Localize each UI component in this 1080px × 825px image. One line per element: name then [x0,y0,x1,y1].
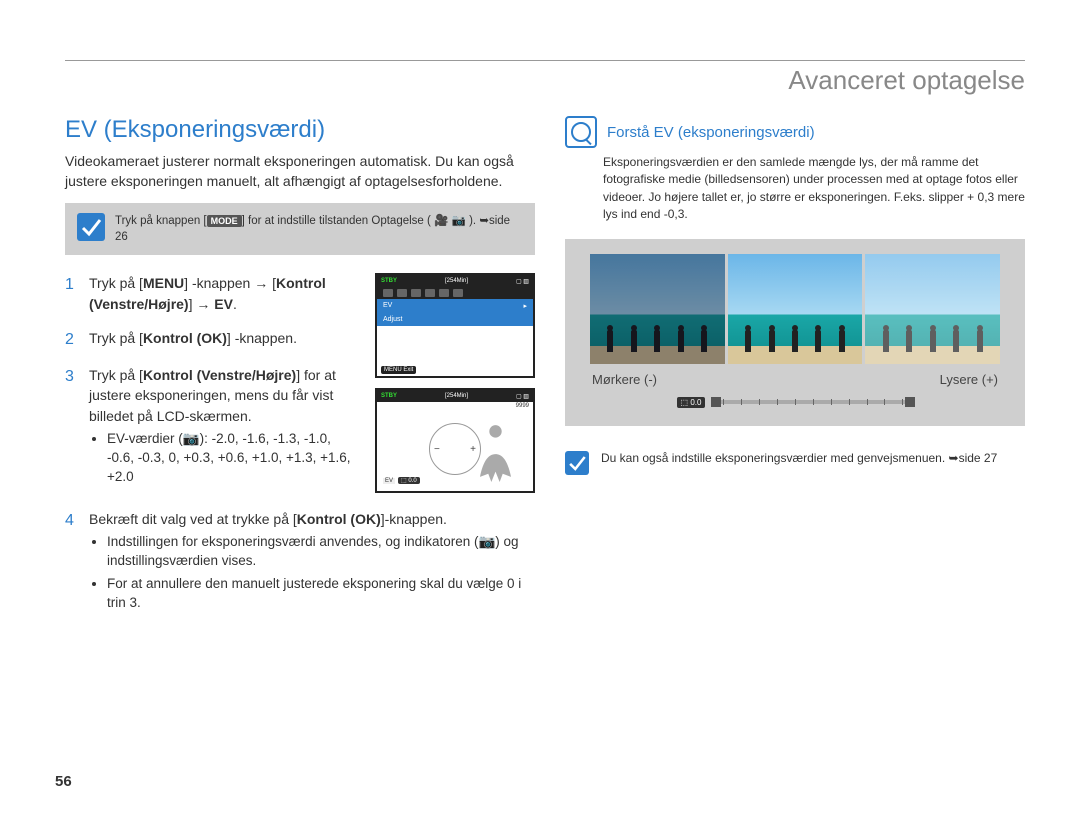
step-body: Tryk på [Kontrol (Venstre/Højre)] for at… [89,365,360,491]
example-normal [728,254,863,364]
step-num: 4 [65,509,79,617]
step-body: Bekræft dit valg ved at trykke på [Kontr… [89,509,535,617]
tip-header: Forstå EV (eksponeringsværdi) [565,116,1025,148]
bullet: Indstillingen for eksponeringsværdi anve… [107,533,535,571]
lcd-screenshot-1: STBY [254Min] ▢ ▥ EV▸ Adjust [375,273,535,378]
step-3: 3 Tryk på [Kontrol (Venstre/Højre)] for … [65,365,360,491]
step-body: Tryk på [MENU] -knappen → [Kontrol (Vens… [89,273,360,314]
ev-slider-badge: ⬚ 0.0 [677,397,706,408]
steps-list: 1 Tryk på [MENU] -knappen → [Kontrol (Ve… [65,273,360,504]
ev-slider: ⬚ 0.0 [590,397,1000,408]
check-icon [565,451,589,475]
example-images [590,254,1000,364]
check-icon [77,213,105,241]
page-number: 56 [55,773,72,790]
lcd1-exit: MENU Exit [381,366,416,374]
lcd2-time: [254Min] [445,393,468,399]
mode-note-text: Tryk på knappen [MODE] for at indstille … [115,213,523,245]
example-panel: Mørkere (-) Lysere (+) ⬚ 0.0 [565,239,1025,426]
lcd1-stby: STBY [381,278,397,284]
lcd2-count: 9999 [377,402,533,410]
bullet: For at annullere den manuelt justerede e… [107,575,535,613]
tip-title: Forstå EV (eksponeringsværdi) [607,124,815,141]
step-4-bullets: Indstillingen for eksponeringsværdi anve… [89,533,535,613]
example-light [865,254,1000,364]
top-rule [65,60,1025,61]
step-4: 4 Bekræft dit valg ved at trykke på [Kon… [65,509,535,617]
step-body: Tryk på [Kontrol (OK)] -knappen. [89,328,360,351]
lcd1-ev-row: EV▸ [377,299,533,313]
minus-icon: − [434,444,440,455]
lcd1-time: [254Min] [445,278,468,284]
ev-badge: ⬚ 0.0 [398,477,420,484]
lcd-screenshot-2: STBY [254Min] ▢ ▥ 9999 − + [375,388,535,493]
section-title: EV (Eksponeringsværdi) [65,116,535,144]
caption-row: Mørkere (-) Lysere (+) [590,372,1000,397]
example-dark [590,254,725,364]
battery-icon: ▢ ▥ [516,278,529,285]
magnify-icon [565,116,597,148]
lcd1-icons [377,287,533,299]
lcd1-header: STBY [254Min] ▢ ▥ [377,275,533,287]
step-3-bullets: EV-værdier (📷): -2.0, -1.6, -1.3, -1.0, … [89,430,360,487]
tip-body: Eksponeringsværdien er den samlede mængd… [603,154,1025,224]
right-column: Forstå EV (eksponeringsværdi) Eksponerin… [565,116,1025,631]
mode-note-box: Tryk på knappen [MODE] for at indstille … [65,203,535,255]
steps-wrap: 1 Tryk på [MENU] -knappen → [Kontrol (Ve… [65,273,535,504]
mode-tag: MODE [207,215,242,227]
step-2: 2 Tryk på [Kontrol (OK)] -knappen. [65,328,360,351]
left-column: EV (Eksponeringsværdi) Videokameraet jus… [65,116,535,631]
lcd2-body: − + EV ⬚ 0.0 [377,410,533,488]
step-num: 3 [65,365,79,491]
bottom-note-text: Du kan også indstille eksponeringsværdie… [601,451,997,465]
page: Avanceret optagelse EV (Eksponeringsværd… [0,0,1080,825]
columns: EV (Eksponeringsværdi) Videokameraet jus… [65,116,1025,631]
mode-note-suffix: ] for at indstille tilstanden Optagelse … [242,215,431,227]
person-silhouette-icon [468,420,523,482]
battery-icon: ▢ ▥ [516,393,529,400]
lcd2-header: STBY [254Min] ▢ ▥ [377,390,533,402]
step-num: 1 [65,273,79,314]
lcd1-adjust-row: Adjust [377,313,533,326]
intro-text: Videokameraet justerer normalt eksponeri… [65,152,535,191]
ev-values: EV-værdier (📷): -2.0, -1.6, -1.3, -1.0, … [107,430,360,487]
lcd-screens: STBY [254Min] ▢ ▥ EV▸ Adjust [375,273,535,504]
bottom-note: Du kan også indstille eksponeringsværdie… [565,451,1025,475]
mode-note-prefix: Tryk på knappen [ [115,215,207,227]
caption-dark: Mørkere (-) [592,372,657,387]
lcd2-ev-bar: EV ⬚ 0.0 [383,477,420,484]
step-1: 1 Tryk på [MENU] -knappen → [Kontrol (Ve… [65,273,360,314]
lcd2-stby: STBY [381,393,397,399]
caption-light: Lysere (+) [940,372,998,387]
header-title: Avanceret optagelse [65,65,1025,96]
step-num: 2 [65,328,79,351]
mode-icons: 🎥 📷 [434,215,466,227]
ev-slider-track [713,400,913,404]
